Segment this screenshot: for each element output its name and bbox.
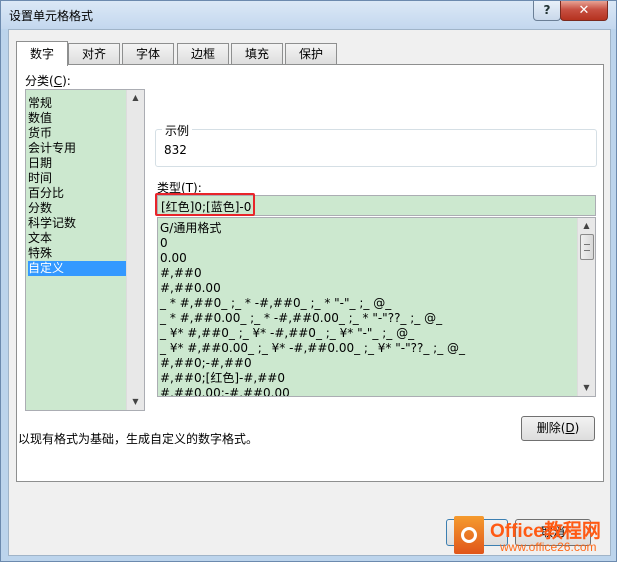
format-item[interactable]: _ * #,##0_ ;_ * -#,##0_ ;_ * "-"_ ;_ @_ bbox=[160, 296, 575, 311]
highlight-box bbox=[155, 193, 255, 216]
tab-protection[interactable]: 保护 bbox=[285, 43, 337, 65]
category-item-custom[interactable]: 自定义 bbox=[28, 261, 126, 276]
scroll-up-arrow-icon[interactable]: ▲ bbox=[578, 218, 595, 234]
watermark-title: Office教程网 bbox=[490, 521, 601, 542]
format-scrollbar[interactable]: ▲ ▼ bbox=[577, 218, 595, 396]
tab-number[interactable]: 数字 bbox=[16, 41, 68, 66]
watermark-url: www.office26.com bbox=[500, 540, 597, 554]
category-label: 分类(C): bbox=[25, 74, 71, 88]
category-item-fraction[interactable]: 分数 bbox=[28, 201, 126, 216]
scroll-down-arrow-icon[interactable]: ▼ bbox=[578, 380, 595, 396]
format-item[interactable]: 0.00 bbox=[160, 251, 575, 266]
tab-border[interactable]: 边框 bbox=[177, 43, 229, 65]
format-item[interactable]: #,##0.00;-#,##0.00 bbox=[160, 386, 575, 396]
scroll-thumb[interactable] bbox=[580, 234, 594, 260]
category-list[interactable]: 常规 数值 货币 会计专用 日期 时间 百分比 分数 科学记数 文本 特殊 自定… bbox=[25, 89, 145, 411]
category-item-general[interactable]: 常规 bbox=[28, 96, 126, 111]
scroll-down-arrow-icon[interactable]: ▼ bbox=[127, 394, 144, 410]
scroll-up-arrow-icon[interactable]: ▲ bbox=[127, 90, 144, 106]
number-tab-panel: 分类(C): 常规 数值 货币 会计专用 日期 时间 百分比 分数 科学记数 文… bbox=[16, 64, 604, 482]
format-item[interactable]: #,##0;[红色]-#,##0 bbox=[160, 371, 575, 386]
category-item-time[interactable]: 时间 bbox=[28, 171, 126, 186]
category-item-number[interactable]: 数值 bbox=[28, 111, 126, 126]
description-text: 以现有格式为基础，生成自定义的数字格式。 bbox=[18, 432, 259, 446]
delete-button[interactable]: 删除(D) bbox=[521, 416, 595, 441]
format-item[interactable]: _ ¥* #,##0_ ;_ ¥* -#,##0_ ;_ ¥* "-"_ ;_ … bbox=[160, 326, 575, 341]
category-scrollbar[interactable]: ▲ ▼ bbox=[126, 90, 144, 410]
format-item[interactable]: 0 bbox=[160, 236, 575, 251]
format-item[interactable]: #,##0;-#,##0 bbox=[160, 356, 575, 371]
category-item-accounting[interactable]: 会计专用 bbox=[28, 141, 126, 156]
dialog-title: 设置单元格格式 bbox=[9, 9, 94, 23]
category-item-special[interactable]: 特殊 bbox=[28, 246, 126, 261]
format-item[interactable]: G/通用格式 bbox=[160, 221, 575, 236]
office-logo-icon bbox=[454, 516, 484, 554]
watermark: Office教程网 www.office26.com bbox=[454, 516, 614, 560]
tab-alignment[interactable]: 对齐 bbox=[68, 43, 120, 65]
category-item-date[interactable]: 日期 bbox=[28, 156, 126, 171]
category-item-currency[interactable]: 货币 bbox=[28, 126, 126, 141]
format-item[interactable]: #,##0 bbox=[160, 266, 575, 281]
sample-legend: 示例 bbox=[162, 122, 193, 139]
help-button[interactable]: ? bbox=[533, 1, 561, 21]
tab-fill[interactable]: 填充 bbox=[231, 43, 283, 65]
format-code-list[interactable]: G/通用格式 0 0.00 #,##0 #,##0.00 _ * #,##0_ … bbox=[157, 217, 596, 397]
format-item[interactable]: _ ¥* #,##0.00_ ;_ ¥* -#,##0.00_ ;_ ¥* "-… bbox=[160, 341, 575, 356]
sample-group: 示例 832 bbox=[155, 122, 597, 167]
format-cells-dialog: 设置单元格格式 ? ✕ 数字 对齐 字体 边框 填充 保护 分类(C): 常规 … bbox=[0, 0, 617, 562]
sample-value: 832 bbox=[164, 143, 187, 157]
category-item-text[interactable]: 文本 bbox=[28, 231, 126, 246]
category-item-scientific[interactable]: 科学记数 bbox=[28, 216, 126, 231]
category-item-percentage[interactable]: 百分比 bbox=[28, 186, 126, 201]
format-item[interactable]: #,##0.00 bbox=[160, 281, 575, 296]
dialog-body: 数字 对齐 字体 边框 填充 保护 分类(C): 常规 数值 货币 会计专用 日… bbox=[8, 29, 611, 556]
tab-font[interactable]: 字体 bbox=[122, 43, 174, 65]
format-item[interactable]: _ * #,##0.00_ ;_ * -#,##0.00_ ;_ * "-"??… bbox=[160, 311, 575, 326]
title-bar[interactable]: 设置单元格格式 ? ✕ bbox=[1, 1, 616, 29]
close-button[interactable]: ✕ bbox=[560, 1, 608, 21]
